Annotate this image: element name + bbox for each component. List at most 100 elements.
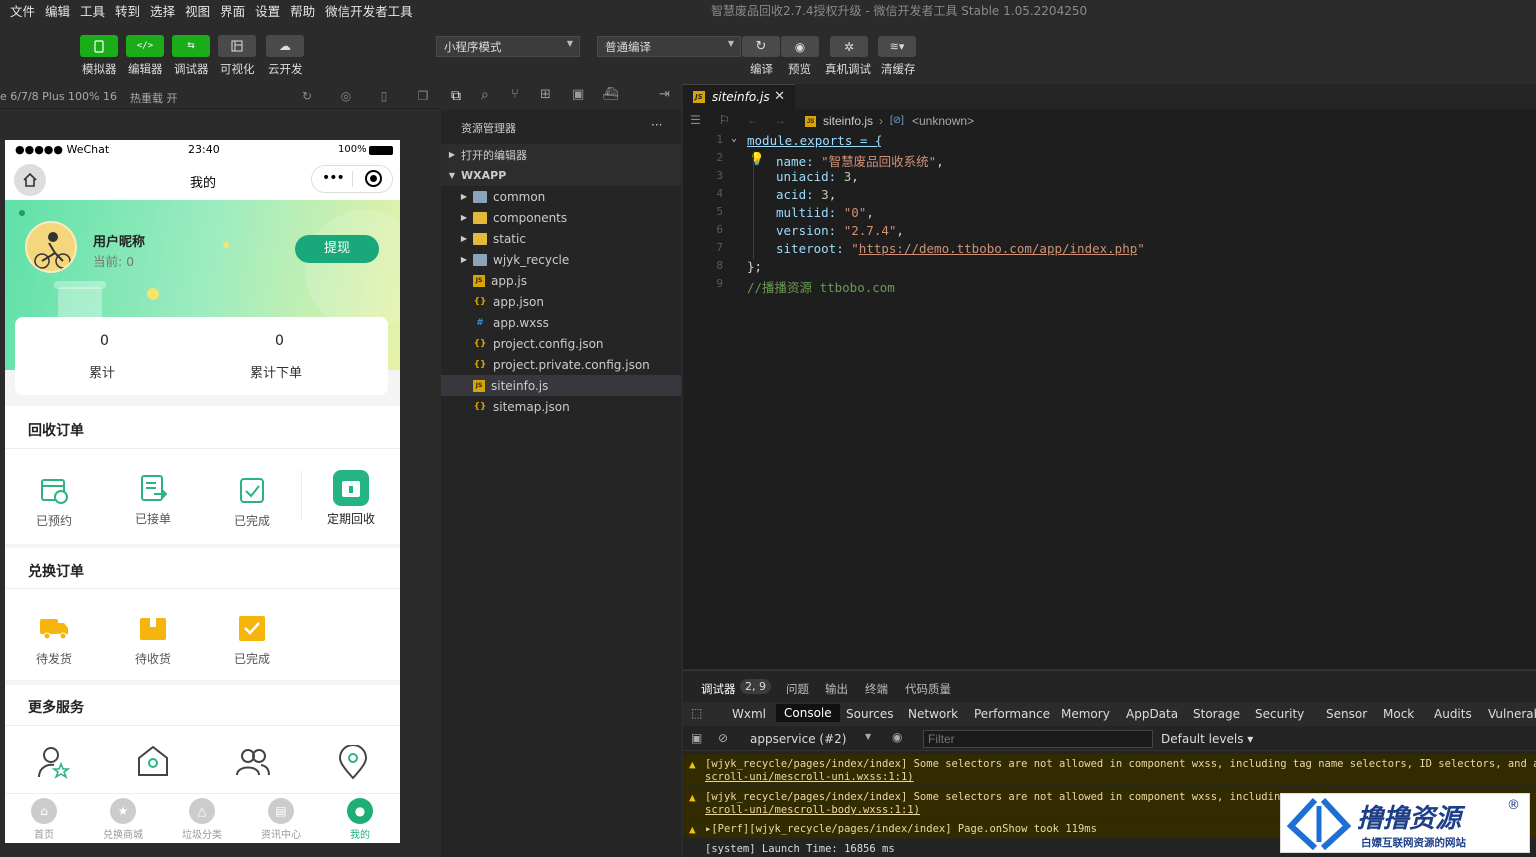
more-icon[interactable]: ···: [651, 118, 662, 132]
tab-mall[interactable]: ★ 兑换商城: [93, 798, 153, 841]
service-user-star[interactable]: [36, 745, 72, 784]
file-item[interactable]: JS siteinfo.js: [441, 375, 681, 396]
docker-icon[interactable]: ⛴: [602, 87, 619, 102]
exchange-pending-ship[interactable]: 待发货: [14, 610, 94, 667]
tab-console[interactable]: Console: [776, 704, 840, 722]
context-select[interactable]: appservice (#2): [750, 732, 846, 746]
debugger-toggle-button[interactable]: ⇆: [172, 35, 210, 57]
layout-icon[interactable]: ▣: [572, 87, 584, 102]
breadcrumb-symbol[interactable]: <unknown>: [912, 114, 974, 128]
tab-performance[interactable]: Performance: [974, 707, 1050, 721]
tab-home[interactable]: ⌂ 首页: [14, 798, 74, 841]
tab-news[interactable]: ▤ 资讯中心: [251, 798, 311, 841]
stop-icon[interactable]: ◎: [339, 89, 353, 103]
cloud-dev-button[interactable]: ☁: [266, 35, 304, 57]
tab-appdata[interactable]: AppData: [1126, 707, 1178, 721]
extensions-icon[interactable]: ⊞: [540, 87, 551, 102]
files-icon[interactable]: ⧉: [451, 88, 461, 104]
search-icon[interactable]: ⌕: [481, 87, 489, 103]
service-location[interactable]: [335, 744, 371, 784]
refresh-icon[interactable]: ↻: [300, 89, 314, 103]
recycle-reserved[interactable]: 已预约: [14, 472, 94, 529]
simulator-toggle-button[interactable]: [80, 35, 118, 57]
console-filter-input[interactable]: [923, 730, 1153, 748]
menu-settings[interactable]: 设置: [255, 1, 280, 20]
tab-storage[interactable]: Storage: [1193, 707, 1240, 721]
service-home-location[interactable]: [135, 743, 171, 782]
menu-file[interactable]: 文件: [10, 1, 35, 20]
tab-audits[interactable]: Audits: [1434, 707, 1472, 721]
menu-help[interactable]: 帮助: [290, 1, 315, 20]
tab-sources[interactable]: Sources: [846, 707, 893, 721]
tab-memory[interactable]: Memory: [1061, 707, 1110, 721]
folder-item[interactable]: ▶ wjyk_recycle: [441, 249, 681, 270]
file-item[interactable]: {} project.private.config.json: [441, 354, 681, 375]
home-button[interactable]: [14, 164, 46, 196]
menu-tools[interactable]: 工具: [80, 1, 105, 20]
wxapp-root[interactable]: ▼ WXAPP: [441, 165, 681, 186]
preview-button[interactable]: ◉: [781, 36, 819, 57]
recycle-done[interactable]: 已完成: [212, 472, 292, 529]
folder-item[interactable]: ▶ components: [441, 207, 681, 228]
siteroot-link[interactable]: https://demo.ttbobo.com/app/index.php: [859, 241, 1137, 256]
eye-icon[interactable]: ◉: [892, 730, 902, 744]
hotreload-toggle[interactable]: 热重载 开: [130, 90, 178, 106]
back-icon[interactable]: ←: [747, 113, 759, 127]
recycle-accepted[interactable]: 已接单: [113, 470, 193, 527]
bookmark-icon[interactable]: ⚐: [719, 113, 730, 127]
forward-icon[interactable]: →: [774, 113, 786, 127]
breadcrumb-file[interactable]: siteinfo.js: [823, 114, 873, 128]
tab-problems[interactable]: 问题: [786, 681, 809, 697]
clear-cache-button[interactable]: ≋▾: [878, 36, 916, 57]
file-item[interactable]: JS app.js: [441, 270, 681, 291]
tab-security[interactable]: Security: [1255, 707, 1304, 721]
file-item[interactable]: {} project.config.json: [441, 333, 681, 354]
list-icon[interactable]: ☰: [690, 113, 701, 127]
editor-toggle-button[interactable]: </>: [126, 35, 164, 57]
folder-item[interactable]: ▶ static: [441, 228, 681, 249]
close-miniprogram-icon[interactable]: [365, 170, 382, 187]
levels-select[interactable]: Default levels ▾: [1161, 732, 1253, 746]
tab-debugger[interactable]: 调试器: [701, 681, 736, 697]
inspect-icon[interactable]: ⬚: [691, 706, 702, 720]
window-icon[interactable]: ❐: [416, 89, 430, 103]
tab-wxml[interactable]: Wxml: [732, 707, 766, 721]
exchange-pending-receive[interactable]: 待收货: [113, 610, 193, 667]
remote-debug-button[interactable]: ✲: [830, 36, 868, 57]
tab-mine[interactable]: ● 我的: [330, 798, 390, 841]
tab-siteinfo[interactable]: JS siteinfo.js ✕: [683, 84, 795, 109]
compile-select[interactable]: 普通编译 ▼: [597, 36, 741, 57]
device-select[interactable]: e 6/7/8 Plus 100% 16: [0, 90, 117, 103]
tab-mock[interactable]: Mock: [1383, 707, 1414, 721]
folder-item[interactable]: ▶ common: [441, 186, 681, 207]
file-item[interactable]: {} app.json: [441, 291, 681, 312]
avatar[interactable]: [25, 221, 77, 273]
menu-devtools[interactable]: 微信开发者工具: [325, 1, 413, 20]
open-editors-section[interactable]: ▶ 打开的编辑器: [441, 144, 681, 165]
service-team[interactable]: [235, 745, 271, 784]
menu-select[interactable]: 选择: [150, 1, 175, 20]
more-icon[interactable]: •••: [322, 170, 345, 186]
sidebar-toggle-icon[interactable]: ▣: [691, 731, 702, 745]
menu-edit[interactable]: 编辑: [45, 1, 70, 20]
withdraw-button[interactable]: 提现: [295, 235, 379, 263]
exchange-done[interactable]: 已完成: [212, 610, 292, 667]
close-icon[interactable]: ✕: [774, 89, 785, 104]
menu-ui[interactable]: 界面: [220, 1, 245, 20]
mode-select[interactable]: 小程序模式 ▼: [436, 36, 580, 57]
tab-network[interactable]: Network: [908, 707, 958, 721]
code-editor[interactable]: ☰ ⚐ ← → JS siteinfo.js › [⊘] <unknown> 1…: [683, 109, 1536, 669]
clear-console-icon[interactable]: ⊘: [718, 731, 728, 745]
tab-sensor[interactable]: Sensor: [1326, 707, 1367, 721]
menu-goto[interactable]: 转到: [115, 1, 140, 20]
compile-button[interactable]: ↻: [742, 36, 780, 57]
tab-code-quality[interactable]: 代码质量: [905, 681, 951, 697]
git-icon[interactable]: ⑂: [511, 87, 519, 102]
recycle-periodic[interactable]: 定期回收: [311, 470, 391, 527]
menu-view[interactable]: 视图: [185, 1, 210, 20]
tab-terminal[interactable]: 终端: [865, 681, 888, 697]
tab-output[interactable]: 输出: [825, 681, 848, 697]
file-item[interactable]: # app.wxss: [441, 312, 681, 333]
file-item[interactable]: {} sitemap.json: [441, 396, 681, 417]
phone-icon[interactable]: ▯: [377, 89, 391, 103]
